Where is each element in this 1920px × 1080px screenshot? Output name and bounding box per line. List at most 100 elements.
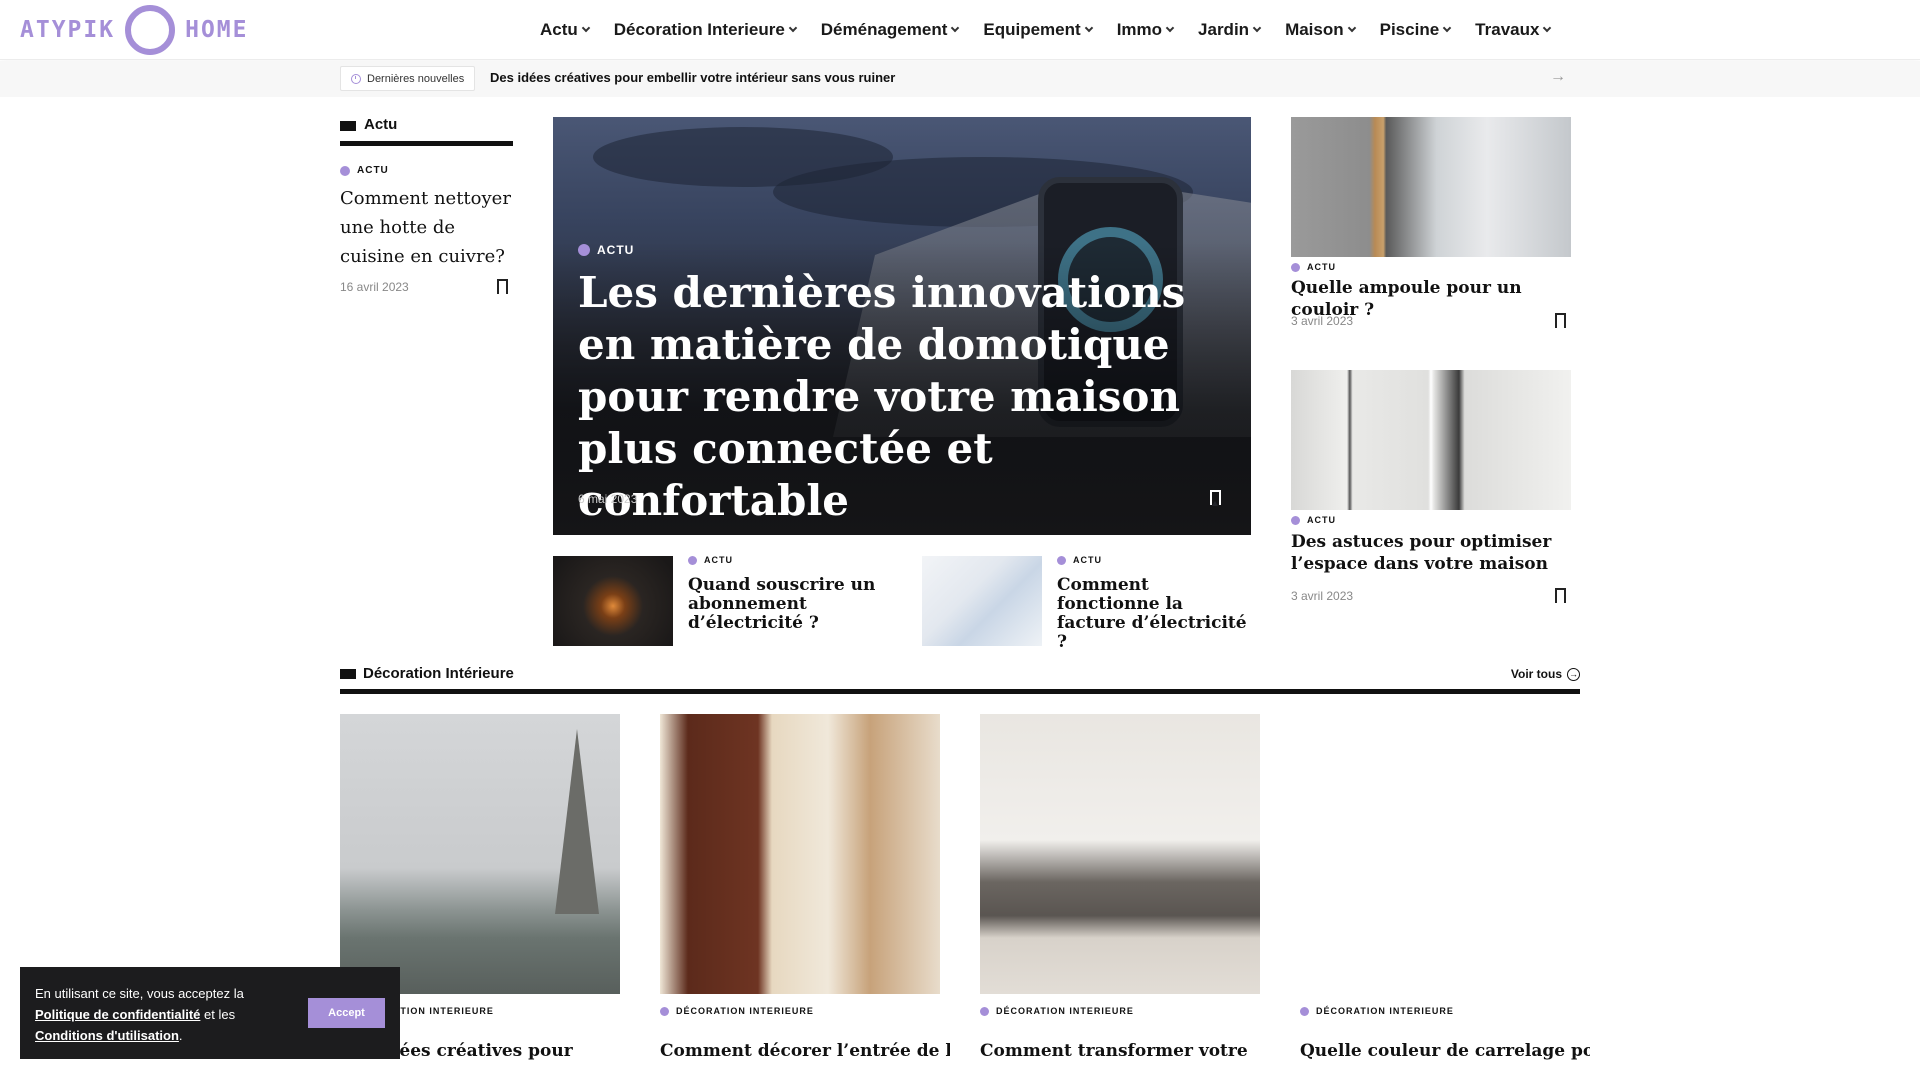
category-label: ACTU: [597, 243, 635, 257]
bookmark-icon[interactable]: [1210, 490, 1221, 506]
chevron-down-icon: [1252, 23, 1262, 33]
card-thumbnail[interactable]: [660, 714, 940, 994]
logo-ring-icon: [125, 5, 176, 55]
bookmark-icon[interactable]: [497, 279, 508, 295]
nav-label: Déménagement: [820, 20, 948, 39]
card-thumbnail[interactable]: [980, 714, 1260, 994]
section-heading-label: Décoration Intérieure: [363, 665, 514, 682]
nav-item-immo[interactable]: Immo: [1117, 20, 1175, 40]
cookie-text-part: En utilisant ce site, vous acceptez la: [35, 986, 244, 1001]
sidebar-heading: Actu: [340, 116, 513, 146]
category-dot-icon: [578, 244, 590, 256]
post-category[interactable]: ACTU: [1291, 515, 1336, 525]
category-dot-icon: [1291, 262, 1300, 272]
category-dot-icon: [340, 165, 350, 176]
category-dot-icon: [660, 1006, 669, 1016]
category-dot-icon: [1291, 515, 1300, 525]
card-thumbnail[interactable]: [1300, 714, 1580, 994]
post-thumbnail[interactable]: [1291, 117, 1571, 257]
nav-label: Piscine: [1379, 20, 1440, 39]
chevron-down-icon: [1543, 23, 1552, 33]
nav-item-piscine[interactable]: Piscine: [1379, 20, 1452, 40]
chevron-down-icon: [1084, 23, 1093, 33]
view-all-link[interactable]: Voir tous →: [1511, 667, 1580, 681]
bookmark-icon[interactable]: [1555, 313, 1566, 329]
arrow-right-icon[interactable]: →: [1550, 68, 1566, 86]
post-thumbnail[interactable]: [922, 556, 1042, 646]
card-thumbnail[interactable]: [340, 714, 620, 994]
featured-date: 6 mai 2023: [578, 492, 638, 506]
chevron-down-icon: [1165, 23, 1175, 33]
nav-item-travaux[interactable]: Travaux: [1475, 20, 1552, 40]
nav-item-maison[interactable]: Maison: [1285, 20, 1356, 40]
nav-label: Décoration Interieure: [613, 20, 785, 39]
section-heading: Décoration Intérieure Voir tous →: [340, 664, 1580, 694]
category-label: DÉCORATION INTERIEURE: [996, 1006, 1134, 1016]
cookie-banner: En utilisant ce site, vous acceptez la P…: [20, 967, 400, 1059]
category-dot-icon: [980, 1006, 989, 1016]
bookmark-icon[interactable]: [1555, 588, 1566, 604]
nav-item-jardin[interactable]: Jardin: [1198, 20, 1262, 40]
chevron-down-icon: [788, 23, 798, 33]
arrow-circle-right-icon: →: [1567, 667, 1580, 681]
eiffel-tower-shape: [555, 729, 599, 914]
logo-text-left: ATYPIK: [20, 17, 116, 43]
category-dot-icon: [1300, 1006, 1309, 1016]
post-category[interactable]: ACTU: [1057, 555, 1102, 565]
privacy-policy-link[interactable]: Politique de confidentialité: [35, 1007, 200, 1022]
view-all-label: Voir tous: [1510, 667, 1562, 681]
nav-item-demenagement[interactable]: Déménagement: [820, 20, 960, 40]
clock-icon: [351, 73, 361, 84]
chevron-down-icon: [581, 23, 591, 33]
post-thumbnail[interactable]: [553, 556, 673, 646]
sidebar-post-category[interactable]: ACTU: [340, 165, 389, 176]
latest-news-label: Dernières nouvelles: [367, 72, 465, 85]
accept-cookies-button[interactable]: Accept: [308, 998, 385, 1028]
category-label: DÉCORATION INTERIEURE: [676, 1006, 814, 1016]
sidebar-heading-label: Actu: [364, 116, 398, 133]
category-dot-icon: [1057, 555, 1066, 565]
ticker-headline[interactable]: Des idées créatives pour embellir votre …: [490, 70, 895, 85]
card-category[interactable]: DÉCORATION INTERIEURE: [660, 1006, 814, 1016]
nav-item-equipement[interactable]: Equipement: [983, 20, 1093, 40]
post-title[interactable]: Quand souscrire un abonnement d’électric…: [688, 576, 878, 633]
post-category[interactable]: ACTU: [1291, 262, 1336, 272]
site-header: ATYPIK HOME Actu Décoration Interieure D…: [0, 0, 1920, 60]
category-label: ACTU: [1073, 555, 1102, 565]
post-thumbnail[interactable]: [1291, 370, 1571, 510]
category-label: ACTU: [704, 555, 733, 565]
post-category[interactable]: ACTU: [688, 555, 733, 565]
nav-label: Actu: [540, 20, 578, 39]
nav-label: Maison: [1285, 20, 1344, 39]
heading-marker-icon: [340, 669, 356, 679]
category-label: ACTU: [1307, 515, 1336, 525]
card-title[interactable]: Comment transformer votre: [980, 1041, 1270, 1061]
sidebar-post-date: 16 avril 2023: [340, 280, 409, 294]
nav-label: Travaux: [1475, 20, 1540, 39]
nav-item-actu[interactable]: Actu: [540, 20, 591, 40]
post-title[interactable]: Comment fonctionne la facture d’électric…: [1057, 576, 1252, 652]
card-category[interactable]: DÉCORATION INTERIEURE: [1300, 1006, 1454, 1016]
post-date: 3 avril 2023: [1291, 589, 1354, 603]
card-title[interactable]: Quelle couleur de carrelage pour: [1300, 1041, 1590, 1061]
featured-post[interactable]: ACTU Les dernières innovations en matièr…: [553, 117, 1251, 535]
featured-title[interactable]: Les dernières innovations en matière de …: [578, 267, 1198, 527]
nav-item-decoration[interactable]: Décoration Interieure: [613, 20, 798, 40]
latest-news-badge: Dernières nouvelles: [340, 66, 476, 91]
card-title[interactable]: Comment décorer l’entrée de la: [660, 1041, 950, 1061]
sidebar-post-title[interactable]: Comment nettoyer une hotte de cuisine en…: [340, 184, 520, 271]
cookie-text: En utilisant ce site, vous acceptez la P…: [35, 983, 275, 1046]
post-title[interactable]: Des astuces pour optimiser l’espace dans…: [1291, 531, 1561, 575]
card-category[interactable]: DÉCORATION INTERIEURE: [980, 1006, 1134, 1016]
featured-category[interactable]: ACTU: [578, 243, 634, 257]
logo-text-right: HOME: [185, 17, 249, 43]
chevron-down-icon: [1347, 23, 1356, 33]
cookie-text-part: .: [178, 1028, 183, 1043]
main-nav: Actu Décoration Interieure Déménagement …: [540, 0, 1552, 60]
site-logo[interactable]: ATYPIK HOME: [20, 3, 248, 57]
category-label: ACTU: [1307, 262, 1336, 272]
terms-of-use-link[interactable]: Conditions d'utilisation: [35, 1028, 179, 1043]
chevron-down-icon: [1442, 23, 1452, 33]
category-label: DÉCORATION INTERIEURE: [1316, 1006, 1454, 1016]
news-ticker: Dernières nouvelles Des idées créatives …: [0, 61, 1920, 97]
